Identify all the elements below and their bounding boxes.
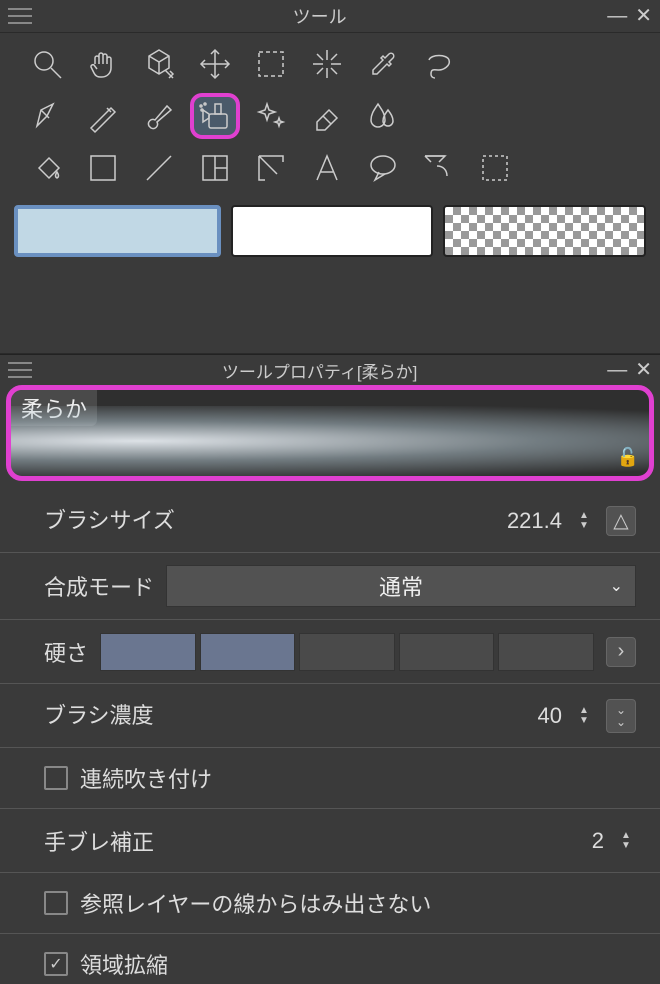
menu-icon[interactable] <box>8 6 32 26</box>
transparent-color-swatch[interactable] <box>443 205 646 257</box>
object-tool[interactable] <box>134 41 184 87</box>
zoom-tool[interactable] <box>22 41 72 87</box>
close-icon[interactable]: ✕ <box>635 6 652 26</box>
lasso-tool[interactable] <box>414 41 464 87</box>
brush-size-spinner[interactable]: ▲▼ <box>574 511 594 531</box>
wand-tool[interactable] <box>302 41 352 87</box>
density-dynamics-button[interactable]: ⌄⌄ <box>606 699 636 733</box>
close-icon[interactable]: ✕ <box>635 360 652 380</box>
tools-panel-title: ツール <box>32 3 607 29</box>
brush-preview[interactable]: 柔らか 🔓 <box>6 385 654 481</box>
decoration-tool[interactable] <box>246 93 296 139</box>
ref-layer-label: 参照レイヤーの線からはみ出さない <box>80 887 431 919</box>
density-label: ブラシ濃度 <box>44 698 490 730</box>
foreground-color-swatch[interactable] <box>14 205 221 257</box>
ruler-tool[interactable] <box>246 145 296 191</box>
hardness-label: 硬さ <box>44 636 88 668</box>
unlock-icon[interactable]: 🔓 <box>617 447 639 468</box>
fill-tool[interactable] <box>22 145 72 191</box>
brush-tool[interactable] <box>134 93 184 139</box>
continuous-spray-label: 連続吹き付け <box>80 762 212 794</box>
blend-mode-value: 通常 <box>379 570 423 602</box>
blend-tool[interactable] <box>358 93 408 139</box>
hardness-segments[interactable] <box>100 633 594 671</box>
brush-size-dynamics-button[interactable]: △ <box>606 506 636 536</box>
chevron-down-icon: ⌄ <box>610 576 623 596</box>
expand-area-label: 領域拡縮 <box>80 948 168 980</box>
gradient-tool[interactable] <box>78 145 128 191</box>
continuous-spray-checkbox[interactable] <box>44 766 68 790</box>
hand-tool[interactable] <box>78 41 128 87</box>
ref-layer-checkbox[interactable] <box>44 891 68 915</box>
props-panel-title: ツールプロパティ[柔らか] <box>32 358 607 383</box>
stabilize-value[interactable]: 2 <box>544 828 604 854</box>
balloon-tool[interactable] <box>358 145 408 191</box>
blend-mode-select[interactable]: 通常 ⌄ <box>166 565 636 607</box>
airbrush-tool[interactable] <box>190 93 240 139</box>
text-tool[interactable] <box>302 145 352 191</box>
minimize-icon[interactable]: — <box>607 360 627 380</box>
blend-mode-label: 合成モード <box>44 570 154 602</box>
move-tool[interactable] <box>190 41 240 87</box>
stabilize-label: 手ブレ補正 <box>44 825 154 857</box>
density-spinner[interactable]: ▲▼ <box>574 706 594 726</box>
pen-tool[interactable] <box>22 93 72 139</box>
stabilize-spinner[interactable]: ▲▼ <box>616 831 636 851</box>
menu-icon[interactable] <box>8 360 32 380</box>
brush-size-value[interactable]: 221.4 <box>502 508 562 534</box>
background-color-swatch[interactable] <box>231 205 434 257</box>
frame-tool[interactable] <box>190 145 240 191</box>
eyedropper-tool[interactable] <box>358 41 408 87</box>
correct-line-tool[interactable] <box>414 145 464 191</box>
pencil-tool[interactable] <box>78 93 128 139</box>
eraser-tool[interactable] <box>302 93 352 139</box>
hardness-expand-button[interactable]: › <box>606 637 636 667</box>
brush-size-label: ブラシサイズ <box>44 503 490 535</box>
minimize-icon[interactable]: — <box>607 6 627 26</box>
density-value[interactable]: 40 <box>502 703 562 729</box>
selection-tool[interactable] <box>246 41 296 87</box>
expand-area-checkbox[interactable] <box>44 952 68 976</box>
auto-select-tool[interactable] <box>470 145 520 191</box>
line-tool[interactable] <box>134 145 184 191</box>
